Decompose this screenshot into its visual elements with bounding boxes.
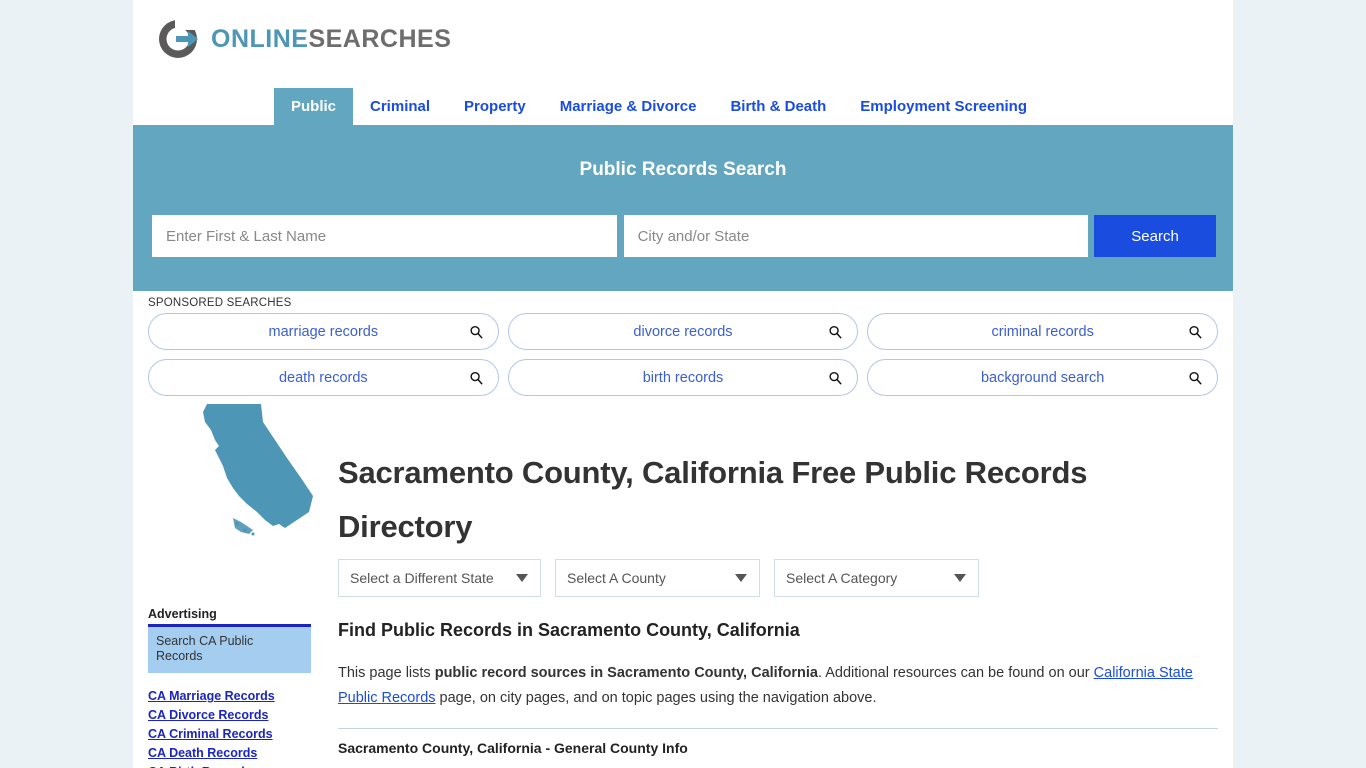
category-select-label: Select A Category [786, 570, 898, 586]
nav-tab-public[interactable]: Public [274, 88, 354, 125]
sponsored-pill-label: background search [980, 369, 1105, 386]
main-navigation: Public Criminal Property Marriage & Divo… [133, 88, 1233, 125]
chevron-down-icon [735, 574, 747, 582]
advertising-heading: Advertising [148, 607, 217, 621]
sponsored-pill-label: marriage records [268, 323, 379, 340]
main-content: Find Public Records in Sacramento County… [338, 620, 1218, 756]
logo-word-searches: SEARCHES [308, 24, 452, 53]
location-search-input[interactable] [623, 215, 1089, 257]
state-map-illustration [189, 400, 319, 545]
sponsored-pill-label: death records [278, 369, 368, 386]
sponsored-pill-birth-records[interactable]: birth records [507, 359, 859, 396]
sponsored-pill-criminal-records[interactable]: criminal records [867, 313, 1218, 350]
logo-word-online: ONLINE [211, 24, 309, 53]
sponsored-pill-death-records[interactable]: death records [148, 359, 499, 396]
sidebar-link-ca-birth-records[interactable]: CA Birth Records [148, 763, 311, 768]
name-search-input[interactable] [152, 215, 617, 257]
sponsored-pill-divorce-records[interactable]: divorce records [507, 313, 859, 350]
state-select-label: Select a Different State [350, 570, 494, 586]
nav-tab-employment-screening[interactable]: Employment Screening [843, 88, 1044, 125]
sponsored-pill-label: criminal records [991, 323, 1094, 340]
advertising-link-list: CA Marriage Records CA Divorce Records C… [148, 673, 311, 768]
site-logo[interactable]: ONLINESEARCHES [155, 16, 451, 62]
sidebar-link-ca-criminal-records[interactable]: CA Criminal Records [148, 725, 311, 744]
sponsored-pill-background-search[interactable]: background search [867, 359, 1218, 396]
sponsored-pill-marriage-records[interactable]: marriage records [148, 313, 499, 350]
category-select[interactable]: Select A Category [774, 559, 979, 597]
advertising-box-link[interactable]: Search CA Public Records [156, 634, 303, 664]
general-county-info-heading: Sacramento County, California - General … [338, 740, 688, 756]
sponsored-pill-grid: marriage records divorce records crimina… [133, 313, 1233, 396]
paragraph-text-bold: public record sources in Sacramento Coun… [434, 665, 818, 681]
nav-tab-birth-death[interactable]: Birth & Death [713, 88, 843, 125]
sponsored-pill-label: divorce records [633, 323, 733, 340]
filter-select-row: Select a Different State Select A County… [338, 559, 979, 597]
advertising-sidebar: Advertising Search CA Public Records CA … [148, 607, 311, 768]
public-records-search-band: Public Records Search Search [133, 125, 1233, 291]
page-root: ONLINESEARCHES Public Criminal Property … [0, 0, 1366, 768]
sponsored-pill-label: birth records [642, 369, 724, 386]
paragraph-text-mid: . Additional resources can be found on o… [817, 665, 1094, 681]
intro-paragraph: This page lists public record sources in… [338, 661, 1218, 711]
search-icon [470, 371, 483, 385]
search-icon [1189, 371, 1202, 385]
search-submit-button[interactable]: Search [1094, 215, 1216, 257]
sidebar-link-ca-death-records[interactable]: CA Death Records [148, 744, 311, 763]
county-select-label: Select A County [567, 570, 666, 586]
chevron-down-icon [516, 574, 528, 582]
advertising-box[interactable]: Search CA Public Records [148, 624, 311, 673]
county-select[interactable]: Select A County [555, 559, 760, 597]
chevron-down-icon [954, 574, 966, 582]
california-state-map-icon [203, 404, 313, 536]
online-searches-logo-icon [158, 16, 198, 58]
nav-tab-property[interactable]: Property [447, 88, 543, 125]
search-icon [470, 325, 483, 339]
state-select[interactable]: Select a Different State [338, 559, 541, 597]
sidebar-link-ca-divorce-records[interactable]: CA Divorce Records [148, 706, 311, 725]
logo-wordmark: ONLINESEARCHES [211, 24, 452, 53]
sponsored-searches-label: SPONSORED SEARCHES [148, 297, 292, 309]
search-icon [1189, 325, 1202, 339]
search-icon [829, 325, 843, 339]
search-icon [829, 371, 843, 385]
nav-tab-criminal[interactable]: Criminal [353, 88, 447, 125]
search-band-title: Public Records Search [579, 159, 787, 180]
search-form: Search [152, 215, 1216, 257]
paragraph-text-end: page, on city pages, and on topic pages … [435, 690, 877, 706]
section-heading: Find Public Records in Sacramento County… [338, 620, 800, 640]
sidebar-link-ca-marriage-records[interactable]: CA Marriage Records [148, 687, 311, 706]
content-container: ONLINESEARCHES Public Criminal Property … [133, 0, 1233, 768]
nav-tab-marriage-divorce[interactable]: Marriage & Divorce [543, 88, 714, 125]
sponsored-searches-section: SPONSORED SEARCHES marriage records divo… [133, 291, 1233, 396]
paragraph-text-start: This page lists [338, 665, 435, 681]
page-title: Sacramento County, California Free Publi… [338, 454, 1088, 544]
